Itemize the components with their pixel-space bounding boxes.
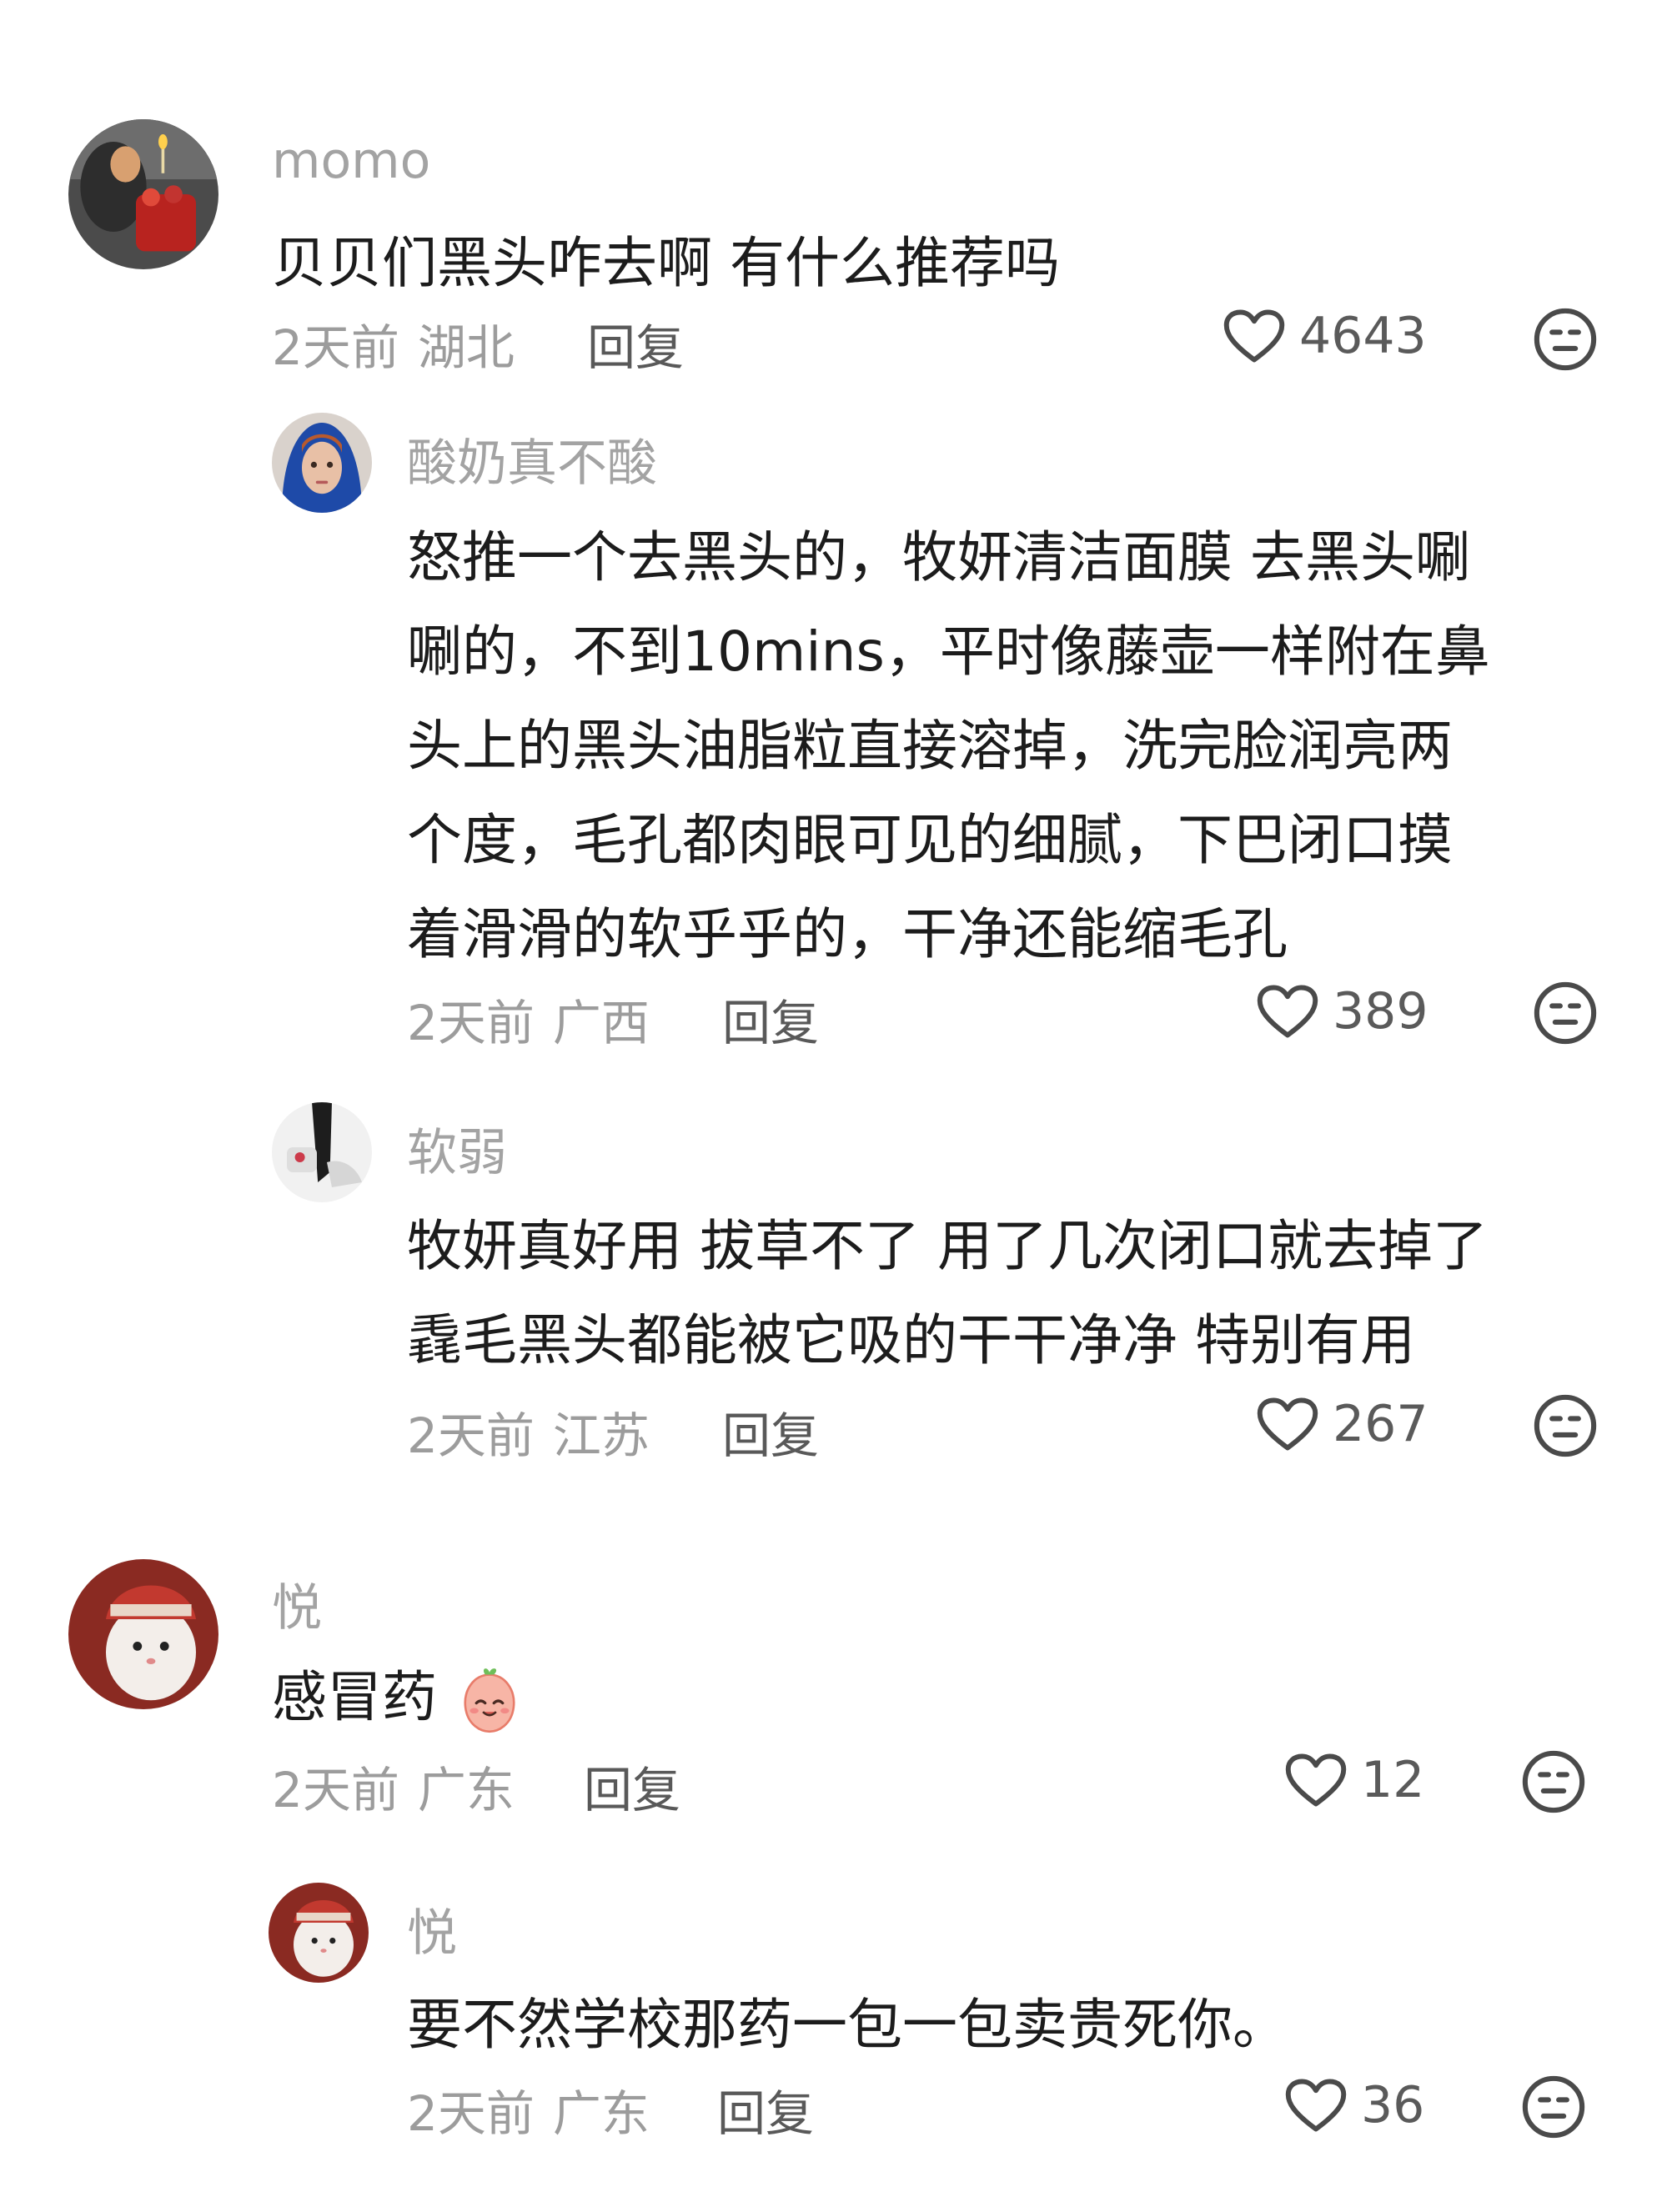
like-count: 267 xyxy=(1333,1395,1428,1453)
comment-time: 2天前 xyxy=(407,1407,535,1464)
like-button[interactable]: 4643 xyxy=(1223,307,1427,365)
like-button[interactable]: 389 xyxy=(1256,982,1428,1041)
comment-text-content: 感冒药 xyxy=(272,1665,437,1729)
like-button[interactable]: 12 xyxy=(1284,1751,1424,1809)
heart-outline-icon xyxy=(1223,307,1286,365)
dislike-button[interactable] xyxy=(1533,307,1598,372)
comment-location: 江苏 xyxy=(552,1407,650,1464)
comment-meta: 2天前 广西 xyxy=(407,984,650,1054)
comment-time: 2天前 xyxy=(407,995,535,1051)
comment-text-line: 个度，毛孔都肉眼可见的细腻，下巴闭口摸 xyxy=(407,808,1453,872)
comment-text-line: 头上的黑头油脂粒直接溶掉，洗完脸润亮两 xyxy=(407,714,1453,778)
peach-smile-emoji xyxy=(464,1668,515,1733)
avatar[interactable] xyxy=(269,1883,369,1983)
heart-outline-icon xyxy=(1256,1395,1319,1453)
dislike-button[interactable] xyxy=(1533,1393,1598,1458)
heart-outline-icon xyxy=(1284,1751,1348,1809)
avatar-image-icon xyxy=(272,1102,372,1202)
like-button[interactable]: 267 xyxy=(1256,1395,1428,1453)
avatar-image-icon xyxy=(68,119,218,269)
comment-text: 感冒药 xyxy=(272,1653,525,1736)
comment-time: 2天前 xyxy=(407,2085,535,2142)
comment-text: 贝贝们黑头咋去啊 有什么推荐吗 xyxy=(272,231,1060,295)
comment-meta: 2天前 广东 xyxy=(407,2074,650,2144)
heart-outline-icon xyxy=(1284,2076,1348,2134)
like-count: 36 xyxy=(1361,2076,1425,2134)
comment-text-line: 毳毛黑头都能被它吸的干干净净 特别有用 xyxy=(407,1308,1415,1372)
meh-face-icon xyxy=(1533,307,1598,372)
reply-button[interactable]: 回复 xyxy=(722,1397,819,1467)
avatar[interactable] xyxy=(272,1102,372,1202)
meh-face-icon xyxy=(1533,981,1598,1046)
comment-time: 2天前 xyxy=(272,1762,399,1818)
like-count: 389 xyxy=(1333,982,1428,1041)
username[interactable]: 软弱 xyxy=(407,1112,507,1185)
username[interactable]: momo xyxy=(272,132,430,190)
username[interactable]: 悦 xyxy=(407,1893,457,1965)
reply-button[interactable]: 回复 xyxy=(722,984,819,1054)
comment-location: 广西 xyxy=(552,995,650,1051)
comment-text-line: 牧妍真好用 拔草不了 用了几次闭口就去掉了 xyxy=(407,1214,1488,1278)
meh-face-icon xyxy=(1521,2074,1586,2139)
meh-face-icon xyxy=(1533,1393,1598,1458)
avatar-image-icon xyxy=(68,1559,218,1709)
comment-text: 要不然学校那药一包一包卖贵死你。 xyxy=(407,1993,1288,2057)
meh-face-icon xyxy=(1521,1749,1586,1814)
comment-time: 2天前 xyxy=(272,319,399,376)
like-button[interactable]: 36 xyxy=(1284,2076,1424,2134)
comment-text-line: 唰的，不到10mins，平时像藤壶一样附在鼻 xyxy=(407,619,1490,684)
comment-location: 广东 xyxy=(552,2085,650,2142)
comment-text-line: 着滑滑的软乎乎的，干净还能缩毛孔 xyxy=(407,902,1288,966)
reply-button[interactable]: 回复 xyxy=(584,1751,680,1821)
username[interactable]: 悦 xyxy=(272,1567,322,1640)
avatar[interactable] xyxy=(272,413,372,513)
comment-meta: 2天前 湖北 xyxy=(272,308,515,379)
reply-button[interactable]: 回复 xyxy=(587,308,684,379)
dislike-button[interactable] xyxy=(1521,2074,1586,2139)
like-count: 12 xyxy=(1361,1751,1425,1809)
comment-location: 广东 xyxy=(417,1762,515,1818)
comment-location: 湖北 xyxy=(417,319,515,376)
avatar[interactable] xyxy=(68,1559,218,1709)
avatar-image-icon xyxy=(269,1883,369,1983)
comment-meta: 2天前 江苏 xyxy=(407,1397,650,1467)
comment-meta: 2天前 广东 xyxy=(272,1751,515,1821)
comment-text-line: 怒推一个去黑头的，牧妍清洁面膜 去黑头唰 xyxy=(407,525,1470,589)
username[interactable]: 酸奶真不酸 xyxy=(407,423,657,495)
like-count: 4643 xyxy=(1299,307,1427,365)
dislike-button[interactable] xyxy=(1533,981,1598,1046)
avatar-image-icon xyxy=(272,413,372,513)
dislike-button[interactable] xyxy=(1521,1749,1586,1814)
heart-outline-icon xyxy=(1256,982,1319,1041)
reply-button[interactable]: 回复 xyxy=(717,2074,814,2144)
avatar[interactable] xyxy=(68,119,218,269)
